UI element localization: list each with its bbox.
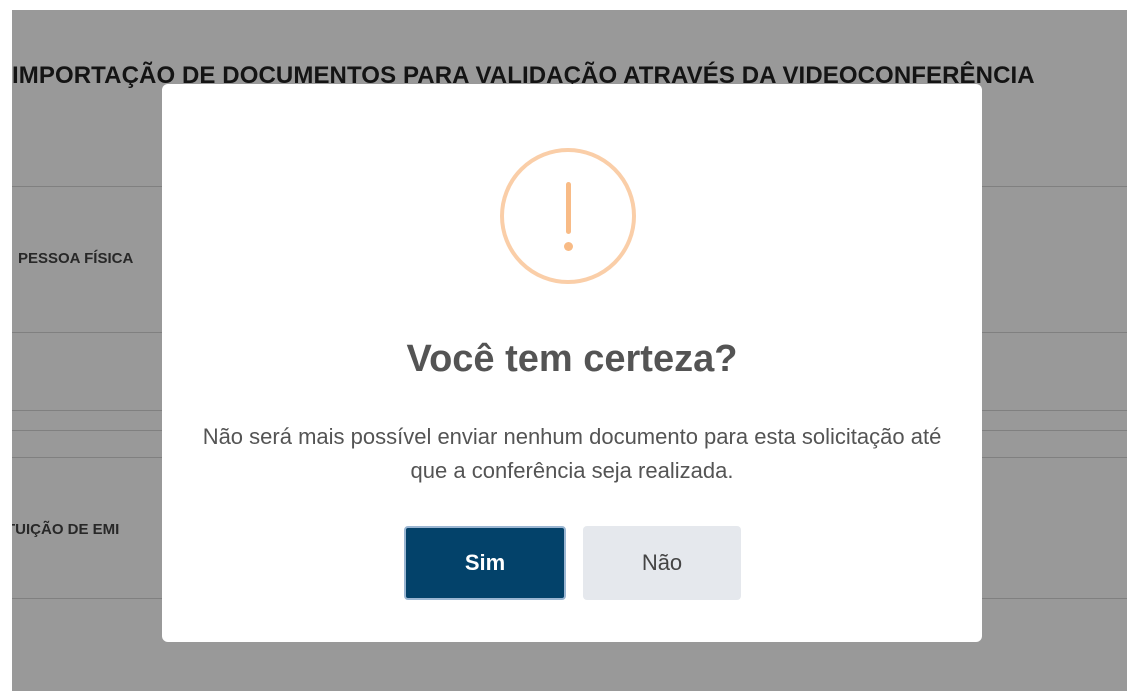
top-edge-strip	[0, 0, 1127, 10]
dialog-message: Não será mais possível enviar nenhum doc…	[202, 424, 942, 483]
left-edge-strip	[0, 0, 12, 691]
dialog-title: Você tem certeza?	[406, 338, 738, 380]
confirm-button[interactable]: Sim	[404, 526, 566, 600]
warning-icon-dot	[564, 242, 573, 251]
cancel-button[interactable]: Não	[583, 526, 741, 600]
warning-icon	[500, 148, 636, 284]
confirmation-dialog: Você tem certeza? Não será mais possível…	[162, 84, 982, 642]
warning-icon-bar	[566, 182, 571, 234]
